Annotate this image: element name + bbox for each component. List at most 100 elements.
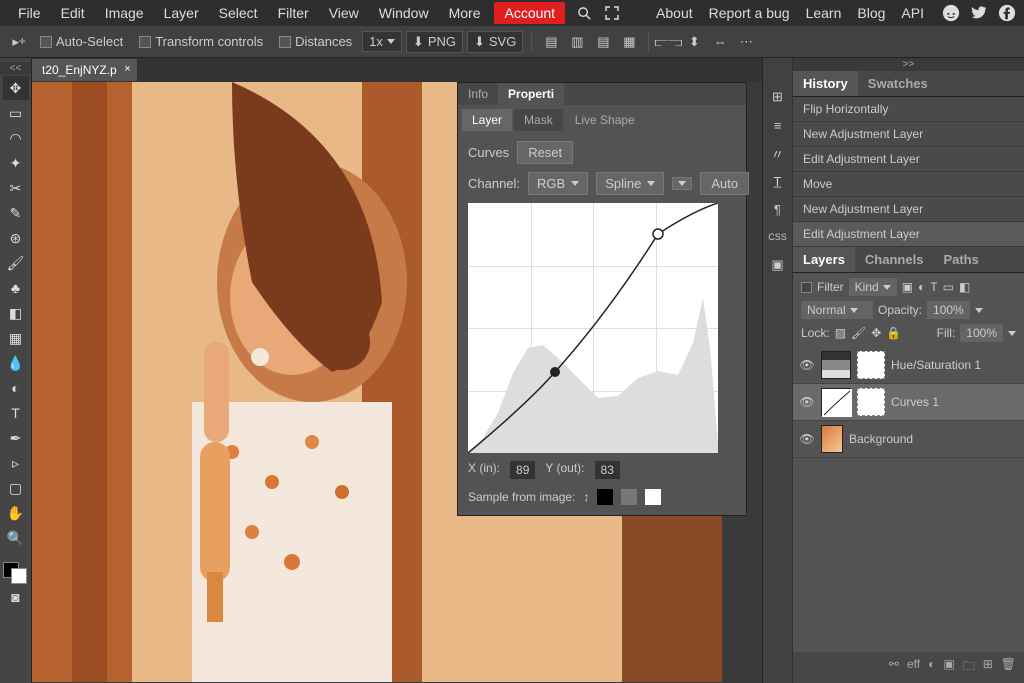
link-icon[interactable]: ⚯ bbox=[889, 657, 899, 678]
quick-mask-icon[interactable]: ◙ bbox=[3, 585, 29, 609]
spline-select[interactable]: Spline bbox=[596, 172, 664, 195]
layers-tab[interactable]: Layers bbox=[793, 247, 855, 272]
history-tab[interactable]: History bbox=[793, 71, 858, 96]
kind-select[interactable]: Kind bbox=[849, 278, 897, 296]
distribute-spacing-icon[interactable]: ⇔ bbox=[709, 31, 731, 53]
image-icon[interactable]: ▣ bbox=[769, 256, 787, 274]
twitter-icon[interactable] bbox=[970, 4, 988, 22]
rect-select-tool[interactable]: ▭ bbox=[3, 101, 29, 125]
lock-transparent-icon[interactable]: ▨ bbox=[835, 326, 846, 340]
facebook-icon[interactable] bbox=[998, 4, 1016, 22]
collapse-icon[interactable]: << bbox=[0, 62, 31, 75]
visibility-icon[interactable]: 👁 bbox=[799, 358, 815, 372]
magic-wand-tool[interactable]: ✦ bbox=[3, 151, 29, 175]
histogram-icon[interactable]: ⊞ bbox=[769, 88, 787, 106]
blur-tool[interactable]: 💧 bbox=[3, 351, 29, 375]
layer-thumb[interactable] bbox=[821, 351, 851, 379]
eraser-tool[interactable]: ◧ bbox=[3, 301, 29, 325]
menu-view[interactable]: View bbox=[319, 1, 369, 25]
layer-name[interactable]: Background bbox=[849, 432, 913, 446]
menu-api[interactable]: API bbox=[893, 1, 932, 25]
history-item[interactable]: Edit Adjustment Layer bbox=[793, 222, 1024, 247]
layer-item[interactable]: 👁 Curves 1 bbox=[793, 384, 1024, 421]
layer-name[interactable]: Hue/Saturation 1 bbox=[891, 358, 981, 372]
filter-checkbox[interactable] bbox=[801, 282, 812, 293]
crop-tool[interactable]: ✂ bbox=[3, 176, 29, 200]
export-svg-button[interactable]: ⬇ SVG bbox=[467, 31, 523, 53]
history-item[interactable]: New Adjustment Layer bbox=[793, 122, 1024, 147]
more-options-icon[interactable]: ⋯ bbox=[735, 31, 757, 53]
mask-icon[interactable]: ▣ bbox=[943, 657, 954, 678]
menu-filter[interactable]: Filter bbox=[268, 1, 319, 25]
paragraph-icon[interactable]: ≡ bbox=[769, 116, 787, 134]
layer-mask-thumb[interactable] bbox=[857, 351, 885, 379]
filter-smart-icon[interactable]: ◧ bbox=[959, 280, 970, 294]
lock-paint-icon[interactable]: 🖌 bbox=[851, 326, 866, 340]
move-tool[interactable]: ✥ bbox=[3, 76, 29, 100]
blend-mode-select[interactable]: Normal bbox=[801, 301, 873, 319]
sampler-icon[interactable]: ↕ bbox=[583, 490, 589, 504]
filter-pixel-icon[interactable]: ▣ bbox=[902, 280, 913, 294]
rectangle-tool[interactable]: ▢ bbox=[3, 476, 29, 500]
clone-stamp-tool[interactable]: ♣ bbox=[3, 276, 29, 300]
new-layer-icon[interactable]: ⊞ bbox=[983, 657, 993, 678]
align-right-icon[interactable]: ▤ bbox=[592, 31, 614, 53]
menu-report-bug[interactable]: Report a bug bbox=[701, 1, 798, 25]
gradient-tool[interactable]: ▦ bbox=[3, 326, 29, 350]
swatches-tab[interactable]: Swatches bbox=[858, 71, 938, 96]
background-color-swatch[interactable] bbox=[11, 568, 27, 584]
layer-thumb[interactable] bbox=[821, 425, 843, 453]
menu-about[interactable]: About bbox=[648, 1, 701, 25]
fill-slider-icon[interactable] bbox=[1008, 331, 1016, 336]
folder-icon[interactable]: 🗀 bbox=[963, 657, 975, 678]
menu-file[interactable]: File bbox=[8, 1, 51, 25]
layer-item[interactable]: 👁 Background bbox=[793, 421, 1024, 458]
export-png-button[interactable]: ⬇ PNG bbox=[406, 31, 463, 53]
transform-controls-checkbox[interactable]: Transform controls bbox=[133, 32, 269, 51]
curves-graph[interactable] bbox=[468, 203, 718, 453]
menu-image[interactable]: Image bbox=[95, 1, 154, 25]
distribute-v-icon[interactable]: ⬍ bbox=[683, 31, 705, 53]
close-icon[interactable]: × bbox=[124, 63, 130, 75]
eyedropper-tool[interactable]: ✎ bbox=[3, 201, 29, 225]
history-item[interactable]: New Adjustment Layer bbox=[793, 197, 1024, 222]
menu-more[interactable]: More bbox=[439, 1, 491, 25]
filter-adjust-icon[interactable]: ◐ bbox=[918, 280, 925, 294]
menu-blog[interactable]: Blog bbox=[849, 1, 893, 25]
reddit-icon[interactable] bbox=[942, 4, 960, 22]
reset-button[interactable]: Reset bbox=[517, 141, 573, 164]
filter-type-icon[interactable]: T bbox=[930, 280, 937, 294]
history-item[interactable]: Edit Adjustment Layer bbox=[793, 147, 1024, 172]
menu-account[interactable]: Account bbox=[494, 2, 565, 24]
align-center-h-icon[interactable]: ▥ bbox=[566, 31, 588, 53]
collapse-right-icon[interactable]: >> bbox=[793, 58, 1024, 71]
liveshape-subtab[interactable]: Live Shape bbox=[565, 109, 645, 131]
adjustment-icon[interactable]: ◐ bbox=[928, 657, 935, 678]
menu-window[interactable]: Window bbox=[369, 1, 439, 25]
lock-position-icon[interactable]: ✥ bbox=[871, 326, 881, 340]
mask-subtab[interactable]: Mask bbox=[514, 109, 563, 131]
healing-brush-tool[interactable]: ⊛ bbox=[3, 226, 29, 250]
visibility-icon[interactable]: 👁 bbox=[799, 432, 815, 446]
menu-edit[interactable]: Edit bbox=[51, 1, 95, 25]
fill-input[interactable]: 100% bbox=[960, 324, 1003, 342]
search-icon[interactable] bbox=[575, 4, 593, 22]
character-icon[interactable]: T̲ bbox=[769, 172, 787, 190]
menu-layer[interactable]: Layer bbox=[154, 1, 209, 25]
layer-mask-thumb[interactable] bbox=[857, 388, 885, 416]
lasso-tool[interactable]: ◠ bbox=[3, 126, 29, 150]
lock-all-icon[interactable]: 🔒 bbox=[886, 326, 901, 340]
channels-tab[interactable]: Channels bbox=[855, 247, 934, 272]
align-left-icon[interactable]: ▤ bbox=[540, 31, 562, 53]
white-point-swatch[interactable] bbox=[645, 489, 661, 505]
pen-tool[interactable]: ✒ bbox=[3, 426, 29, 450]
history-item[interactable]: Flip Horizontally bbox=[793, 97, 1024, 122]
trash-icon[interactable]: 🗑 bbox=[1001, 657, 1016, 678]
filter-shape-icon[interactable]: ▭ bbox=[943, 280, 954, 294]
x-value-input[interactable]: 89 bbox=[510, 461, 535, 479]
layer-thumb[interactable] bbox=[821, 388, 851, 416]
distribute-h-icon[interactable]: ⫍⫎ bbox=[657, 31, 679, 53]
zoom-select[interactable]: 1x bbox=[362, 31, 402, 52]
path-select-tool[interactable]: ▹ bbox=[3, 451, 29, 475]
effects-button[interactable]: eff bbox=[907, 657, 920, 678]
